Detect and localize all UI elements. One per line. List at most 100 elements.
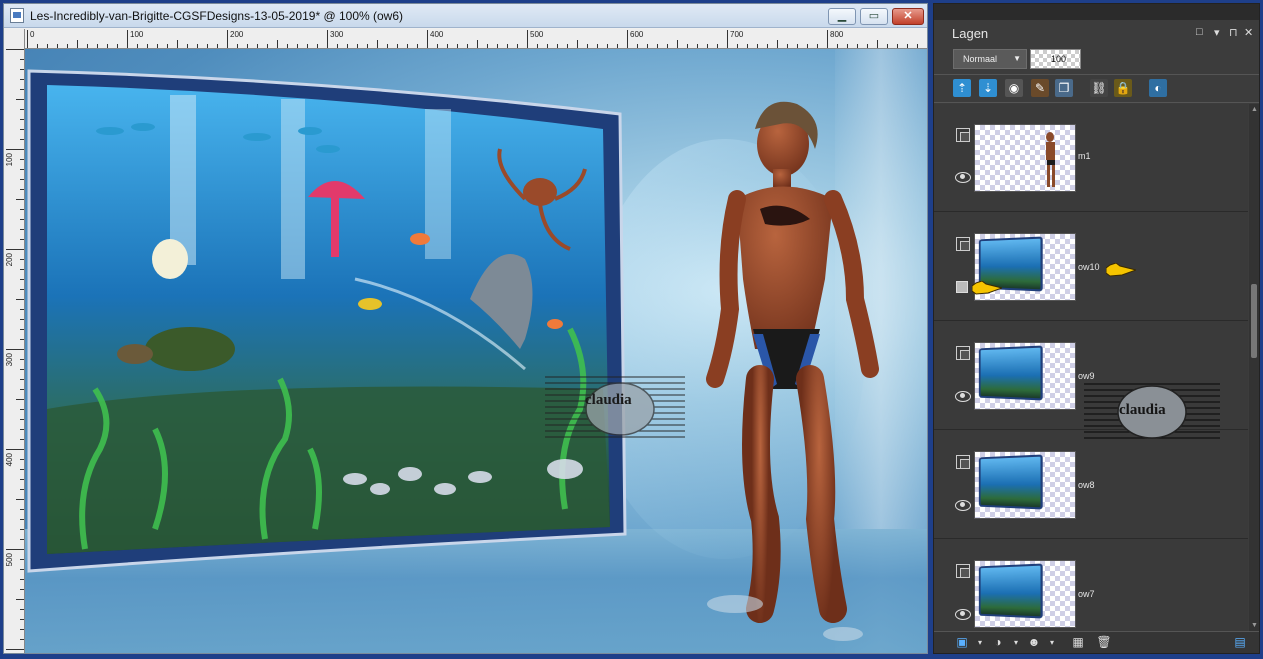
ruler-tick [297, 44, 298, 48]
blend-mode-select[interactable]: Normaal ▼ [953, 49, 1027, 69]
layer-row[interactable]: ow10 [934, 213, 1248, 321]
ruler-tick [6, 149, 24, 150]
ruler-tick [20, 169, 24, 170]
ruler-tick [787, 44, 788, 48]
visibility-toggle-icon[interactable]: ◉ [1005, 79, 1023, 97]
ruler-tick [257, 44, 258, 48]
layer-group-icon[interactable] [956, 455, 970, 469]
ruler-tick [87, 44, 88, 48]
ruler-label: 200 [5, 253, 14, 267]
ruler-label: 800 [830, 30, 844, 39]
ruler-tick [20, 319, 24, 320]
ruler-tick [16, 99, 24, 100]
layer-row[interactable]: ow8 [934, 431, 1248, 539]
eye-icon[interactable] [955, 390, 971, 402]
ruler-tick [707, 44, 708, 48]
ruler-tick [587, 44, 588, 48]
ruler-tick [617, 44, 618, 48]
ruler-tick [20, 519, 24, 520]
layer-group-icon[interactable] [956, 128, 970, 142]
layer-style-icon[interactable]: ✎ [1031, 79, 1049, 97]
ruler-tick [20, 629, 24, 630]
layer-group-icon[interactable] [956, 346, 970, 360]
eye-icon[interactable] [955, 499, 971, 511]
properties-icon[interactable]: ▤ [1232, 635, 1248, 650]
ruler-tick [20, 259, 24, 260]
vertical-ruler[interactable]: 100 200 300 400 500 [4, 29, 25, 653]
ruler-tick [20, 609, 24, 610]
ruler-tick [117, 44, 118, 48]
layer-row[interactable]: m1 [934, 104, 1248, 212]
figure-thumb [1046, 132, 1055, 187]
ruler-tick [867, 44, 868, 48]
layer-name: ow8 [1078, 480, 1095, 490]
layer-group-new-icon[interactable]: ▦ [1070, 635, 1086, 650]
eye-icon[interactable] [955, 608, 971, 620]
link-icon[interactable]: ⛓ [1090, 79, 1108, 97]
eye-icon[interactable] [955, 171, 971, 183]
ruler-tick [16, 599, 24, 600]
ruler-label: 300 [330, 30, 344, 39]
ruler-tick [20, 579, 24, 580]
ruler-tick [767, 44, 768, 48]
ruler-tick [697, 44, 698, 48]
pointing-hand-icon [1106, 263, 1136, 277]
ruler-tick [20, 159, 24, 160]
tank-thumb [978, 345, 1043, 401]
move-layer-down-icon[interactable]: ⇣ [979, 79, 997, 97]
ruler-tick [427, 30, 428, 48]
chevron-down-icon[interactable]: ▾ [1008, 635, 1024, 650]
layer-row[interactable]: ow7 [934, 540, 1248, 631]
layer-list-scrollbar[interactable]: ▲ ▼ [1249, 104, 1259, 631]
ruler-tick [307, 44, 308, 48]
horizontal-ruler[interactable]: 0 100 200 300 400 500 600 700 800 [25, 29, 927, 49]
scroll-up-icon[interactable]: ▲ [1251, 106, 1258, 113]
ruler-label: 100 [5, 153, 14, 167]
document-icon [10, 8, 24, 23]
maximize-button[interactable]: ▭ [860, 8, 888, 25]
ruler-tick [20, 559, 24, 560]
scroll-down-icon[interactable]: ▼ [1251, 622, 1258, 629]
layer-group-icon[interactable] [956, 564, 970, 578]
mask-icon[interactable]: ◐ [1149, 79, 1167, 97]
ruler-tick [717, 44, 718, 48]
palette-topbar [934, 4, 1259, 20]
opacity-field[interactable]: 100 [1030, 49, 1081, 69]
lock-icon[interactable]: 🔒 [1114, 79, 1132, 97]
ruler-tick [20, 179, 24, 180]
chevron-down-icon[interactable]: ▾ [1044, 635, 1060, 650]
chevron-down-icon[interactable]: ▾ [972, 635, 988, 650]
ruler-tick [67, 44, 68, 48]
palette-restore-icon[interactable]: □ [1196, 26, 1203, 38]
layer-row[interactable]: ow9 claudia [934, 322, 1248, 439]
palette-menu-icon[interactable]: ▾ [1214, 26, 1220, 39]
ruler-tick [217, 44, 218, 48]
palette-pin-icon[interactable]: ⊓ [1229, 26, 1238, 39]
image-canvas[interactable]: claudia [25, 49, 927, 653]
ruler-tick [527, 30, 528, 48]
palette-close-icon[interactable]: ✕ [1244, 26, 1253, 39]
ruler-tick [267, 44, 268, 48]
duplicate-layer-icon[interactable]: ❐ [1055, 79, 1073, 97]
pointing-hand-icon [972, 281, 1002, 295]
ruler-label: 700 [730, 30, 744, 39]
ruler-tick [687, 44, 688, 48]
mask-layer-icon[interactable]: ☻ [1026, 635, 1042, 650]
ruler-tick [347, 44, 348, 48]
hidden-eye-icon[interactable] [956, 281, 968, 293]
trash-icon[interactable]: 🗑 [1096, 635, 1112, 650]
adjustment-layer-icon[interactable]: ◑ [990, 635, 1006, 650]
ruler-tick [547, 44, 548, 48]
ruler-tick [577, 40, 578, 48]
image-window-titlebar[interactable]: Les-Incredibly-van-Brigitte-CGSFDesigns-… [4, 4, 927, 28]
scrollbar-thumb[interactable] [1251, 284, 1257, 358]
layer-group-icon[interactable] [956, 237, 970, 251]
ruler-tick [27, 30, 28, 48]
ruler-tick [407, 44, 408, 48]
new-layer-icon[interactable]: ▣ [954, 635, 970, 650]
layer-thumbnail [974, 451, 1076, 519]
ruler-tick [227, 30, 228, 48]
close-button[interactable]: ✕ [892, 8, 924, 25]
move-layer-up-icon[interactable]: ⇡ [953, 79, 971, 97]
minimize-button[interactable]: ▁ [828, 8, 856, 25]
